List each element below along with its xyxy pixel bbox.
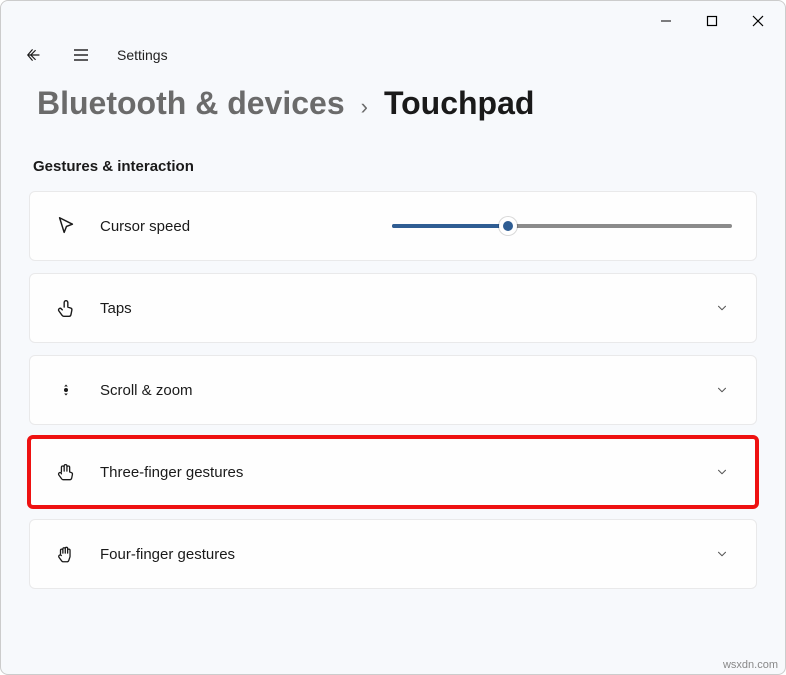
chevron-down-icon: [712, 462, 732, 482]
minimize-button[interactable]: [643, 5, 689, 37]
chevron-right-icon: ›: [361, 94, 368, 120]
cursor-speed-label: Cursor speed: [100, 218, 190, 235]
hand-icon: [54, 542, 78, 566]
window-titlebar: [1, 1, 785, 41]
three-finger-gestures-row[interactable]: Three-finger gestures: [29, 437, 757, 507]
tap-icon: [54, 296, 78, 320]
breadcrumb: Bluetooth & devices › Touchpad: [1, 69, 785, 122]
scroll-icon: [54, 378, 78, 402]
close-button[interactable]: [735, 5, 781, 37]
breadcrumb-current: Touchpad: [384, 85, 535, 122]
content-area: Gestures & interaction Cursor speed Taps: [1, 122, 785, 674]
scroll-zoom-label: Scroll & zoom: [100, 382, 193, 399]
slider-thumb[interactable]: [499, 217, 517, 235]
menu-button[interactable]: [69, 43, 93, 67]
chevron-down-icon: [712, 298, 732, 318]
back-button[interactable]: [21, 43, 45, 67]
hand-icon: [54, 460, 78, 484]
cursor-icon: [54, 214, 78, 238]
scroll-zoom-row[interactable]: Scroll & zoom: [29, 355, 757, 425]
taps-row[interactable]: Taps: [29, 273, 757, 343]
maximize-button[interactable]: [689, 5, 735, 37]
taps-label: Taps: [100, 300, 132, 317]
chevron-down-icon: [712, 380, 732, 400]
cursor-speed-row: Cursor speed: [29, 191, 757, 261]
slider-fill: [392, 224, 508, 228]
four-finger-gestures-row[interactable]: Four-finger gestures: [29, 519, 757, 589]
three-finger-label: Three-finger gestures: [100, 464, 243, 481]
settings-window: Settings Bluetooth & devices › Touchpad …: [0, 0, 786, 675]
app-title: Settings: [117, 47, 168, 63]
chevron-down-icon: [712, 544, 732, 564]
topbar: Settings: [1, 41, 785, 69]
watermark: wsxdn.com: [723, 659, 778, 671]
section-header: Gestures & interaction: [29, 158, 757, 175]
cursor-speed-slider[interactable]: [392, 216, 732, 236]
four-finger-label: Four-finger gestures: [100, 546, 235, 563]
breadcrumb-parent[interactable]: Bluetooth & devices: [37, 85, 345, 122]
